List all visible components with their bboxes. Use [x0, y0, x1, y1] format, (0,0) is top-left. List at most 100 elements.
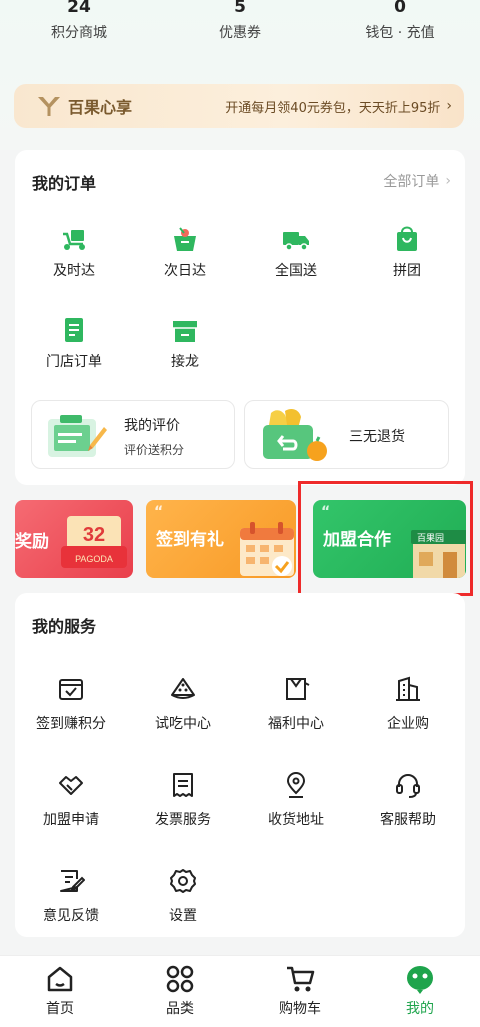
order-type-instant[interactable]: 及时达: [18, 224, 130, 280]
bottom-tab-bar: 首页 品类 购物车 我的: [0, 955, 480, 1027]
vip-promo: 开通每月领40元券包，天天折上95折 ›: [225, 97, 452, 116]
location-pin-icon: [286, 772, 306, 798]
review-clipboard-icon: [48, 415, 107, 457]
tab-category[interactable]: 品类: [120, 964, 240, 1018]
order-type-label: 接龙: [171, 354, 199, 370]
highlight-annotation-box: [298, 481, 473, 596]
tab-label: 首页: [46, 1001, 74, 1017]
orders-title: 我的订单: [32, 174, 97, 193]
coupon-brand: PAGODA: [75, 554, 113, 564]
order-type-label: 次日达: [164, 263, 206, 279]
service-tasting-center[interactable]: 试吃中心: [127, 675, 239, 733]
no-worry-return-card[interactable]: 三无退货: [244, 400, 449, 469]
my-reviews-subtitle: 评价送积分: [124, 443, 185, 457]
gear-icon: [170, 869, 196, 893]
service-label: 试吃中心: [155, 716, 211, 732]
quote-mark-icon: “: [154, 504, 164, 520]
checkin-gift-banner[interactable]: “ 签到有礼: [146, 500, 296, 578]
all-orders-link[interactable]: 全部订单 ›: [383, 171, 451, 191]
cart-icon: [287, 966, 315, 992]
service-customer-help[interactable]: 客服帮助: [352, 771, 464, 829]
order-type-label: 拼团: [393, 263, 421, 279]
receipt-icon: [173, 773, 193, 797]
my-reviews-card[interactable]: 我的评价 评价送积分: [31, 400, 235, 469]
services-title: 我的服务: [32, 617, 97, 636]
fruit-leaf-logo-icon: [38, 97, 60, 116]
points-mall-stat[interactable]: 24 积分商城: [19, 0, 139, 42]
vip-membership-banner[interactable]: 百果心享 开通每月领40元券包，天天折上95折 ›: [14, 84, 464, 128]
chevron-right-icon: ›: [446, 98, 452, 114]
service-delivery-address[interactable]: 收货地址: [240, 771, 352, 829]
home-icon: [47, 966, 73, 992]
service-franchise-apply[interactable]: 加盟申请: [15, 771, 127, 829]
reward-promo-banner[interactable]: 奖励 32 PAGODA: [15, 500, 133, 578]
order-type-group-buy[interactable]: 拼团: [351, 224, 463, 280]
my-orders-card: 我的订单 全部订单 › 及时达 次日达 全国送 拼团 门店订单 接龙 我的评价 …: [15, 150, 465, 485]
calendar-check-illustration-icon: [240, 522, 294, 576]
service-label: 加盟申请: [43, 812, 99, 828]
checkin-gift-label: 签到有礼: [156, 530, 224, 550]
headset-icon: [396, 774, 420, 798]
service-label: 客服帮助: [380, 812, 436, 828]
service-label: 企业购: [387, 716, 429, 732]
order-type-next-day[interactable]: 次日达: [129, 224, 241, 280]
wallet-stat[interactable]: 0 钱包 · 充值: [340, 0, 460, 42]
order-type-relay[interactable]: 接龙: [129, 315, 241, 371]
tab-label: 品类: [166, 1001, 194, 1017]
tab-profile[interactable]: 我的: [360, 964, 480, 1018]
shop-icon: [173, 321, 197, 342]
service-label: 设置: [169, 908, 197, 924]
feedback-icon: [60, 870, 85, 892]
my-reviews-title: 我的评价: [124, 418, 180, 434]
gift-card-icon: [286, 678, 310, 700]
order-type-nationwide[interactable]: 全国送: [240, 224, 352, 280]
calendar-check-icon: [59, 679, 83, 700]
order-type-store[interactable]: 门店订单: [18, 315, 130, 371]
store-order-icon: [65, 318, 83, 342]
service-label: 发票服务: [155, 812, 211, 828]
no-worry-return-title: 三无退货: [349, 429, 405, 445]
service-label: 福利中心: [268, 716, 324, 732]
wallet-label: 钱包 · 充值: [365, 25, 435, 41]
tab-label: 我的: [406, 1001, 434, 1017]
tab-label: 购物车: [279, 1001, 321, 1017]
service-label: 意见反馈: [43, 908, 99, 924]
service-invoice[interactable]: 发票服务: [127, 771, 239, 829]
service-checkin-points[interactable]: 签到赚积分: [15, 675, 127, 733]
fruit-basket-icon: [174, 227, 196, 251]
coupons-label: 优惠券: [219, 25, 261, 41]
building-icon: [396, 676, 420, 701]
points-mall-label: 积分商城: [51, 25, 107, 41]
account-stats: 24 积分商城 5 优惠券 0 钱包 · 充值: [0, 0, 480, 60]
scooter-icon: [63, 230, 85, 250]
reward-promo-label: 奖励: [15, 532, 49, 552]
service-enterprise-purchase[interactable]: 企业购: [352, 675, 464, 733]
tab-cart[interactable]: 购物车: [240, 964, 360, 1018]
vip-promo-text: 开通每月领40元券包，天天折上95折: [225, 100, 441, 116]
service-label: 收货地址: [268, 812, 324, 828]
watermelon-icon: [171, 678, 195, 699]
vip-logo-text: 百果心享: [68, 98, 133, 117]
all-orders-label: 全部订单: [383, 174, 440, 190]
coupon-box-icon: 32 PAGODA: [61, 516, 127, 568]
handshake-icon: [59, 776, 83, 795]
wallet-balance: 0: [394, 0, 406, 17]
service-welfare-center[interactable]: 福利中心: [240, 675, 352, 733]
profile-icon: [407, 966, 433, 994]
order-type-label: 及时达: [53, 263, 95, 279]
category-icon: [166, 965, 194, 993]
chevron-right-icon: ›: [445, 173, 451, 189]
order-type-label: 全国送: [275, 263, 317, 279]
order-type-label: 门店订单: [46, 354, 102, 370]
vip-logo: 百果心享: [36, 94, 132, 118]
fruit-return-box-icon: [263, 409, 327, 461]
tab-home[interactable]: 首页: [0, 964, 120, 1018]
service-settings[interactable]: 设置: [127, 867, 239, 925]
coupon-count: 5: [234, 0, 246, 17]
truck-icon: [283, 232, 309, 251]
points-count: 24: [67, 0, 91, 17]
service-feedback[interactable]: 意见反馈: [15, 867, 127, 925]
service-label: 签到赚积分: [36, 716, 106, 732]
coupons-stat[interactable]: 5 优惠券: [180, 0, 300, 42]
shopping-bag-icon: [397, 226, 417, 251]
